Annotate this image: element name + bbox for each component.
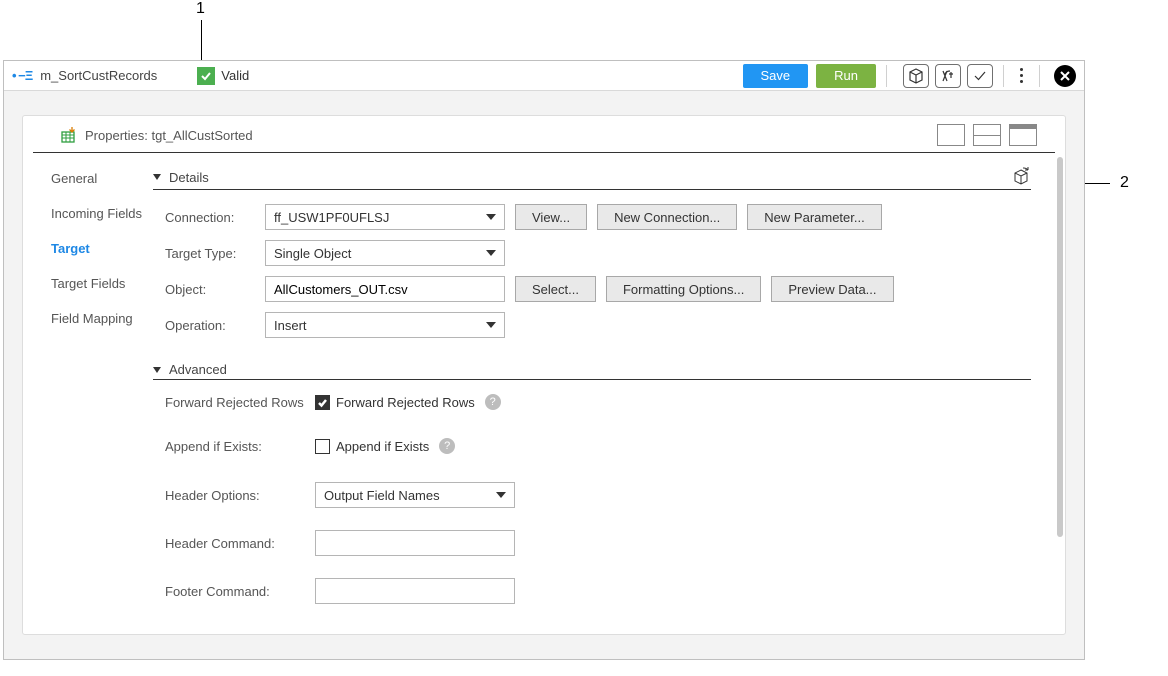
- help-icon[interactable]: ?: [485, 394, 501, 410]
- app-window: • − Ξ m_SortCustRecords Valid Save Run: [3, 60, 1085, 660]
- cube-icon-button[interactable]: [903, 64, 929, 88]
- forward-rejected-row: Forward Rejected Rows Forward Rejected R…: [153, 394, 1045, 410]
- footer-command-label: Footer Command:: [165, 584, 315, 599]
- frr-checkbox[interactable]: [315, 395, 330, 410]
- sidebar-tabs: General Incoming Fields Target Target Fi…: [23, 153, 153, 634]
- help-icon[interactable]: ?: [439, 438, 455, 454]
- refresh-cube-icon[interactable]: [1011, 167, 1031, 187]
- panel-header: Properties: tgt_AllCustSorted: [33, 116, 1055, 153]
- target-type-label: Target Type:: [165, 246, 265, 261]
- callout-1-label: 1: [196, 0, 205, 18]
- validate-icon-button[interactable]: [967, 64, 993, 88]
- advanced-section-header[interactable]: Advanced: [153, 362, 1031, 380]
- callout-2-label: 2: [1120, 174, 1129, 192]
- properties-panel: Properties: tgt_AllCustSorted General In…: [22, 115, 1066, 635]
- mapping-icon: • − Ξ: [12, 68, 32, 83]
- append-label: Append if Exists:: [165, 439, 315, 454]
- connection-select[interactable]: ff_USW1PF0UFLSJ: [265, 204, 505, 230]
- formatting-options-button[interactable]: Formatting Options...: [606, 276, 761, 302]
- more-menu-icon[interactable]: [1020, 68, 1023, 83]
- document-title: m_SortCustRecords: [40, 68, 157, 83]
- connection-row: Connection: ff_USW1PF0UFLSJ View... New …: [153, 204, 1045, 230]
- tab-field-mapping[interactable]: Field Mapping: [51, 311, 153, 326]
- append-checkbox[interactable]: [315, 439, 330, 454]
- chevron-down-icon: [486, 250, 496, 256]
- new-connection-button[interactable]: New Connection...: [597, 204, 737, 230]
- header-command-input[interactable]: [315, 530, 515, 556]
- new-parameter-button[interactable]: New Parameter...: [747, 204, 881, 230]
- panel-body: General Incoming Fields Target Target Fi…: [23, 153, 1065, 634]
- frr-check-label: Forward Rejected Rows: [336, 395, 475, 410]
- separator: [1003, 65, 1004, 87]
- save-button[interactable]: Save: [743, 64, 809, 88]
- operation-value: Insert: [274, 318, 307, 333]
- panel-content: Details Connection:: [153, 153, 1065, 634]
- operation-row: Operation: Insert: [153, 312, 1045, 338]
- layout-single-button[interactable]: [937, 124, 965, 146]
- footer-command-row: Footer Command:: [153, 578, 1045, 604]
- operation-select[interactable]: Insert: [265, 312, 505, 338]
- disclosure-icon: [153, 367, 161, 373]
- object-row: Object: Select... Formatting Options... …: [153, 276, 1045, 302]
- disclosure-icon: [153, 174, 161, 180]
- header-options-value: Output Field Names: [324, 488, 440, 503]
- header-options-label: Header Options:: [165, 488, 315, 503]
- chevron-down-icon: [496, 492, 506, 498]
- chevron-down-icon: [486, 322, 496, 328]
- append-row: Append if Exists: Append if Exists ?: [153, 438, 1045, 454]
- layout-max-button[interactable]: [1009, 124, 1037, 146]
- valid-check-icon: [197, 67, 215, 85]
- append-check-label: Append if Exists: [336, 439, 429, 454]
- object-label: Object:: [165, 282, 265, 297]
- object-input[interactable]: [265, 276, 505, 302]
- advanced-title: Advanced: [169, 362, 227, 377]
- fx-icon-button[interactable]: [935, 64, 961, 88]
- valid-indicator: Valid: [197, 67, 249, 85]
- header-command-row: Header Command:: [153, 530, 1045, 556]
- canvas-area: Properties: tgt_AllCustSorted General In…: [4, 91, 1084, 659]
- separator: [1039, 65, 1040, 87]
- target-type-row: Target Type: Single Object: [153, 240, 1045, 266]
- details-title: Details: [169, 170, 209, 185]
- tab-target-fields[interactable]: Target Fields: [51, 276, 153, 291]
- target-type-select[interactable]: Single Object: [265, 240, 505, 266]
- panel-title: Properties: tgt_AllCustSorted: [85, 128, 253, 143]
- view-button[interactable]: View...: [515, 204, 587, 230]
- tab-general[interactable]: General: [51, 171, 153, 186]
- run-button[interactable]: Run: [816, 64, 876, 88]
- connection-value: ff_USW1PF0UFLSJ: [274, 210, 389, 225]
- connection-label: Connection:: [165, 210, 265, 225]
- tab-target[interactable]: Target: [51, 241, 153, 256]
- header-command-label: Header Command:: [165, 536, 315, 551]
- header-options-select[interactable]: Output Field Names: [315, 482, 515, 508]
- select-button[interactable]: Select...: [515, 276, 596, 302]
- separator: [886, 65, 887, 87]
- footer-command-input[interactable]: [315, 578, 515, 604]
- target-icon: [61, 127, 77, 143]
- valid-label: Valid: [221, 68, 249, 83]
- scrollbar[interactable]: [1057, 157, 1063, 537]
- frr-label: Forward Rejected Rows: [165, 395, 315, 410]
- tab-incoming-fields[interactable]: Incoming Fields: [51, 206, 153, 221]
- chevron-down-icon: [486, 214, 496, 220]
- operation-label: Operation:: [165, 318, 265, 333]
- details-section-header[interactable]: Details: [153, 167, 1031, 190]
- close-button[interactable]: [1054, 65, 1076, 87]
- preview-data-button[interactable]: Preview Data...: [771, 276, 893, 302]
- target-type-value: Single Object: [274, 246, 351, 261]
- titlebar: • − Ξ m_SortCustRecords Valid Save Run: [4, 61, 1084, 91]
- layout-hsplit-button[interactable]: [973, 124, 1001, 146]
- header-options-row: Header Options: Output Field Names: [153, 482, 1045, 508]
